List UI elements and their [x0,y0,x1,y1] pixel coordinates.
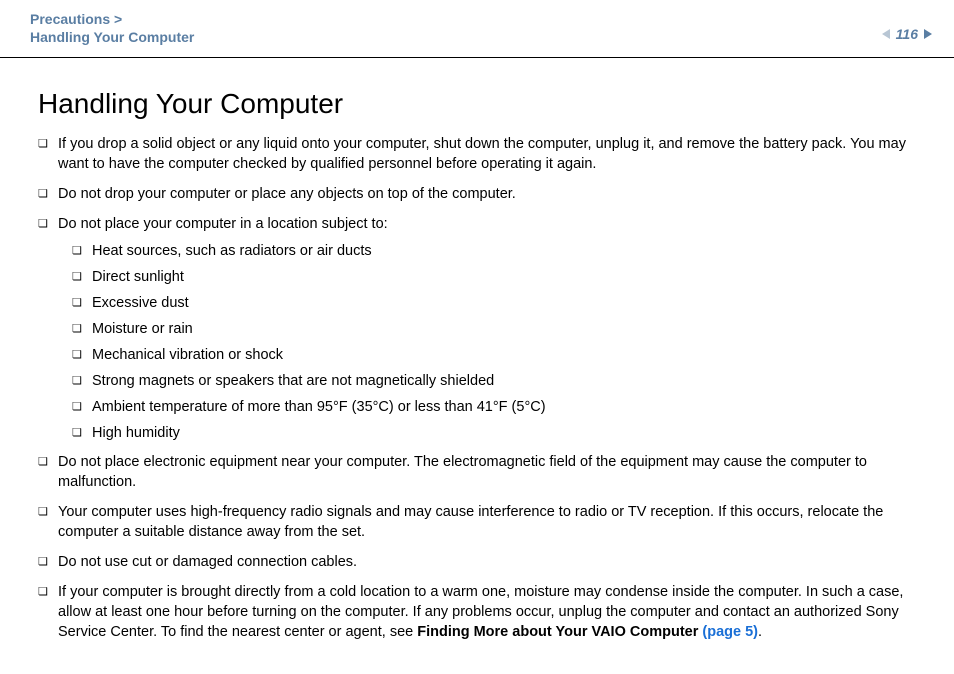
list-item-text: Your computer uses high-frequency radio … [58,502,916,542]
bullet-icon: ❏ [72,242,92,260]
list-item-text: If your computer is brought directly fro… [58,582,916,642]
list-item: ❏ Do not use cut or damaged connection c… [38,552,916,572]
list-item-text: Mechanical vibration or shock [92,346,916,364]
list-item-text: Do not drop your computer or place any o… [58,184,916,204]
list-item-text: Excessive dust [92,294,916,312]
bullet-icon: ❏ [72,424,92,442]
list-item-text: Moisture or rain [92,320,916,338]
page-number: 116 [894,26,920,42]
bullet-icon: ❏ [38,134,58,154]
list-item-text: Do not use cut or damaged connection cab… [58,552,916,572]
list-item: ❏Ambient temperature of more than 95°F (… [72,398,916,416]
list-item-text: Do not place electronic equipment near y… [58,452,916,492]
list-item-text: Ambient temperature of more than 95°F (3… [92,398,916,416]
list-item: ❏ If your computer is brought directly f… [38,582,916,642]
bullet-list: ❏ If you drop a solid object or any liqu… [38,134,916,642]
list-item: ❏ Do not drop your computer or place any… [38,184,916,204]
bullet-icon: ❏ [38,502,58,522]
bullet-icon: ❏ [38,552,58,572]
prev-page-icon[interactable] [882,29,890,39]
list-item: ❏ Do not place electronic equipment near… [38,452,916,492]
list-item-text: If you drop a solid object or any liquid… [58,134,916,174]
nested-list-wrap: ❏Heat sources, such as radiators or air … [38,242,916,442]
list-item: ❏Mechanical vibration or shock [72,346,916,364]
list-item: ❏Direct sunlight [72,268,916,286]
next-page-icon[interactable] [924,29,932,39]
bullet-icon: ❏ [72,372,92,390]
page-reference-link[interactable]: (page 5) [702,624,758,640]
list-item: ❏Excessive dust [72,294,916,312]
bullet-icon: ❏ [72,346,92,364]
document-page: Precautions > Handling Your Computer 116… [0,0,954,674]
list-item: ❏Strong magnets or speakers that are not… [72,372,916,390]
bullet-icon: ❏ [38,582,58,602]
page-number-nav: 116 [882,26,932,42]
bullet-icon: ❏ [72,320,92,338]
list-item-text: Heat sources, such as radiators or air d… [92,242,916,260]
list-item: ❏ Your computer uses high-frequency radi… [38,502,916,542]
bullet-icon: ❏ [72,294,92,312]
page-header: Precautions > Handling Your Computer 116 [0,0,954,58]
list-item: ❏ If you drop a solid object or any liqu… [38,134,916,174]
list-item: ❏Heat sources, such as radiators or air … [72,242,916,260]
nested-bullet-list: ❏Heat sources, such as radiators or air … [72,242,916,442]
bullet-icon: ❏ [38,452,58,472]
bullet-icon: ❏ [38,184,58,204]
page-content: Handling Your Computer ❏ If you drop a s… [0,58,954,642]
bullet-icon: ❏ [72,268,92,286]
bold-text-segment: Finding More about Your VAIO Computer [417,624,702,640]
list-item-text: High humidity [92,424,916,442]
list-item: ❏High humidity [72,424,916,442]
breadcrumb-child: Handling Your Computer [30,28,924,46]
list-item: ❏Moisture or rain [72,320,916,338]
text-segment: . [758,624,762,640]
breadcrumb-parent: Precautions > [30,10,924,28]
list-item-text: Direct sunlight [92,268,916,286]
breadcrumb: Precautions > Handling Your Computer [30,10,924,46]
list-item-text: Do not place your computer in a location… [58,214,916,234]
bullet-icon: ❏ [72,398,92,416]
list-item: ❏ Do not place your computer in a locati… [38,214,916,234]
bullet-icon: ❏ [38,214,58,234]
page-title: Handling Your Computer [38,88,916,120]
list-item-text: Strong magnets or speakers that are not … [92,372,916,390]
